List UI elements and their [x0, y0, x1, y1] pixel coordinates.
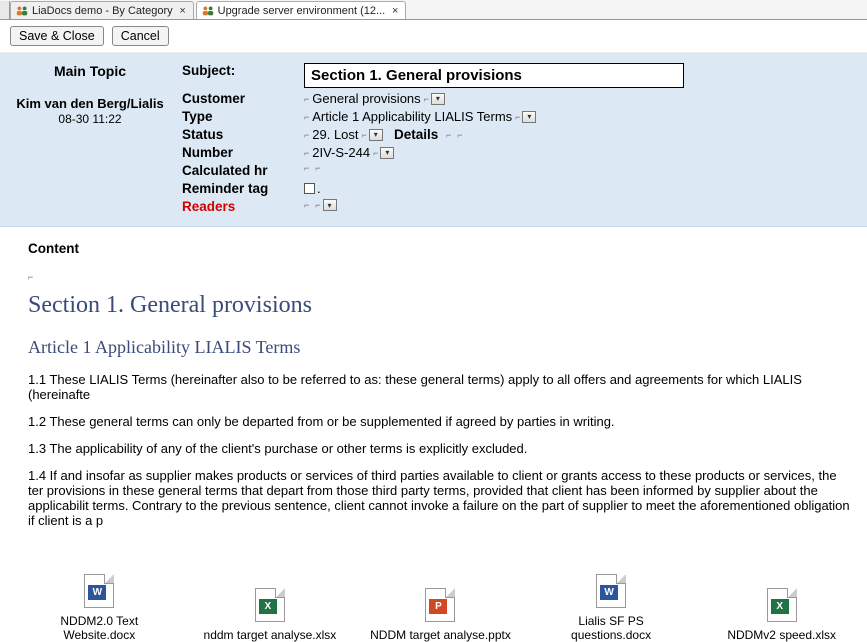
- subject-input[interactable]: [304, 63, 684, 88]
- calc-hr-label: Calculated hr: [182, 163, 292, 178]
- number-dropdown[interactable]: ▾: [380, 147, 394, 159]
- attachment-item[interactable]: W Lialis SF PS questions.docx: [540, 574, 683, 642]
- paragraph: 1.2 These general terms can only be depa…: [28, 414, 853, 429]
- tab-label: Upgrade server environment (12...: [218, 5, 386, 17]
- tab-liadocs-demo[interactable]: LiaDocs demo - By Category ×: [10, 1, 194, 19]
- field-marker-icon: ⌐: [457, 130, 462, 140]
- field-marker-icon: ⌐: [304, 130, 309, 140]
- word-file-icon: W: [596, 574, 626, 608]
- save-close-button[interactable]: Save & Close: [10, 26, 104, 46]
- section-heading: Section 1. General provisions: [28, 292, 853, 319]
- readers-label: Readers: [182, 199, 292, 214]
- article-heading: Article 1 Applicability LIALIS Terms: [28, 337, 853, 358]
- number-value: 2IV-S-244: [312, 145, 370, 160]
- readers-dropdown[interactable]: ▾: [323, 199, 337, 211]
- reminder-label: Reminder tag: [182, 181, 292, 196]
- customer-label: Customer: [182, 91, 292, 106]
- excel-file-icon: X: [767, 588, 797, 622]
- customer-dropdown[interactable]: ▾: [431, 93, 445, 105]
- people-icon: [201, 4, 215, 18]
- attachment-item[interactable]: W NDDM2.0 Text Website.docx: [28, 574, 171, 642]
- excel-file-icon: X: [255, 588, 285, 622]
- field-marker-icon: ⌐: [304, 112, 309, 122]
- type-label: Type: [182, 109, 292, 124]
- attachment-item[interactable]: X nddm target analyse.xlsx: [199, 588, 342, 642]
- content-label: Content: [28, 241, 853, 256]
- field-marker-icon: ⌐: [446, 130, 451, 140]
- attachment-name: NDDM2.0 Text Website.docx: [28, 614, 171, 642]
- tab-upgrade-server[interactable]: Upgrade server environment (12... ×: [196, 1, 407, 19]
- tab-stub: [0, 1, 10, 19]
- field-marker-icon: ⌐: [515, 112, 520, 122]
- main-topic-label: Main Topic: [10, 63, 170, 79]
- attachment-item[interactable]: X NDDMv2 speed.xlsx: [710, 588, 853, 642]
- field-marker-icon: ⌐: [28, 272, 33, 282]
- attachment-name: NDDM target analyse.pptx: [370, 628, 511, 642]
- details-label: Details: [394, 127, 438, 142]
- type-dropdown[interactable]: ▾: [522, 111, 536, 123]
- field-marker-icon: ⌐: [304, 148, 309, 158]
- field-marker-icon: ⌐: [362, 130, 367, 140]
- attachment-name: Lialis SF PS questions.docx: [540, 614, 683, 642]
- reminder-value: .: [317, 181, 321, 196]
- attachment-name: NDDMv2 speed.xlsx: [727, 628, 836, 642]
- paragraph: 1.4 If and insofar as supplier makes pro…: [28, 468, 853, 528]
- subject-label: Subject:: [182, 63, 292, 78]
- paragraph: 1.1 These LIALIS Terms (hereinafter also…: [28, 372, 853, 402]
- field-marker-icon: ⌐: [424, 94, 429, 104]
- reminder-checkbox[interactable]: [304, 183, 315, 194]
- status-dropdown[interactable]: ▾: [369, 129, 383, 141]
- author-name: Kim van den Berg/Lialis: [10, 96, 170, 112]
- field-marker-icon: ⌐: [373, 148, 378, 158]
- document-header: Main Topic Subject: Kim van den Berg/Lia…: [0, 53, 867, 227]
- cancel-button[interactable]: Cancel: [112, 26, 169, 46]
- field-marker-icon: ⌐: [315, 200, 320, 210]
- close-icon[interactable]: ×: [177, 5, 189, 17]
- type-value: Article 1 Applicability LIALIS Terms: [312, 109, 512, 124]
- attachment-item[interactable]: P NDDM target analyse.pptx: [369, 588, 512, 642]
- attachments-row: W NDDM2.0 Text Website.docx X nddm targe…: [0, 560, 867, 642]
- document-body: Content ⌐ Section 1. General provisions …: [0, 227, 867, 560]
- people-icon: [15, 4, 29, 18]
- toolbar: Save & Close Cancel: [0, 20, 867, 53]
- powerpoint-file-icon: P: [425, 588, 455, 622]
- attachment-name: nddm target analyse.xlsx: [204, 628, 337, 642]
- status-label: Status: [182, 127, 292, 142]
- tab-bar: LiaDocs demo - By Category × Upgrade ser…: [0, 0, 867, 20]
- author-timestamp: 08-30 11:22: [10, 112, 170, 127]
- word-file-icon: W: [84, 574, 114, 608]
- field-marker-icon: ⌐: [315, 163, 320, 173]
- paragraph: 1.3 The applicability of any of the clie…: [28, 441, 853, 456]
- field-marker-icon: ⌐: [304, 200, 309, 210]
- field-marker-icon: ⌐: [304, 94, 309, 104]
- field-marker-icon: ⌐: [304, 163, 309, 173]
- number-label: Number: [182, 145, 292, 160]
- tab-label: LiaDocs demo - By Category: [32, 5, 173, 17]
- customer-value: General provisions: [312, 91, 420, 106]
- status-value: 29. Lost: [312, 127, 358, 142]
- close-icon[interactable]: ×: [389, 5, 401, 17]
